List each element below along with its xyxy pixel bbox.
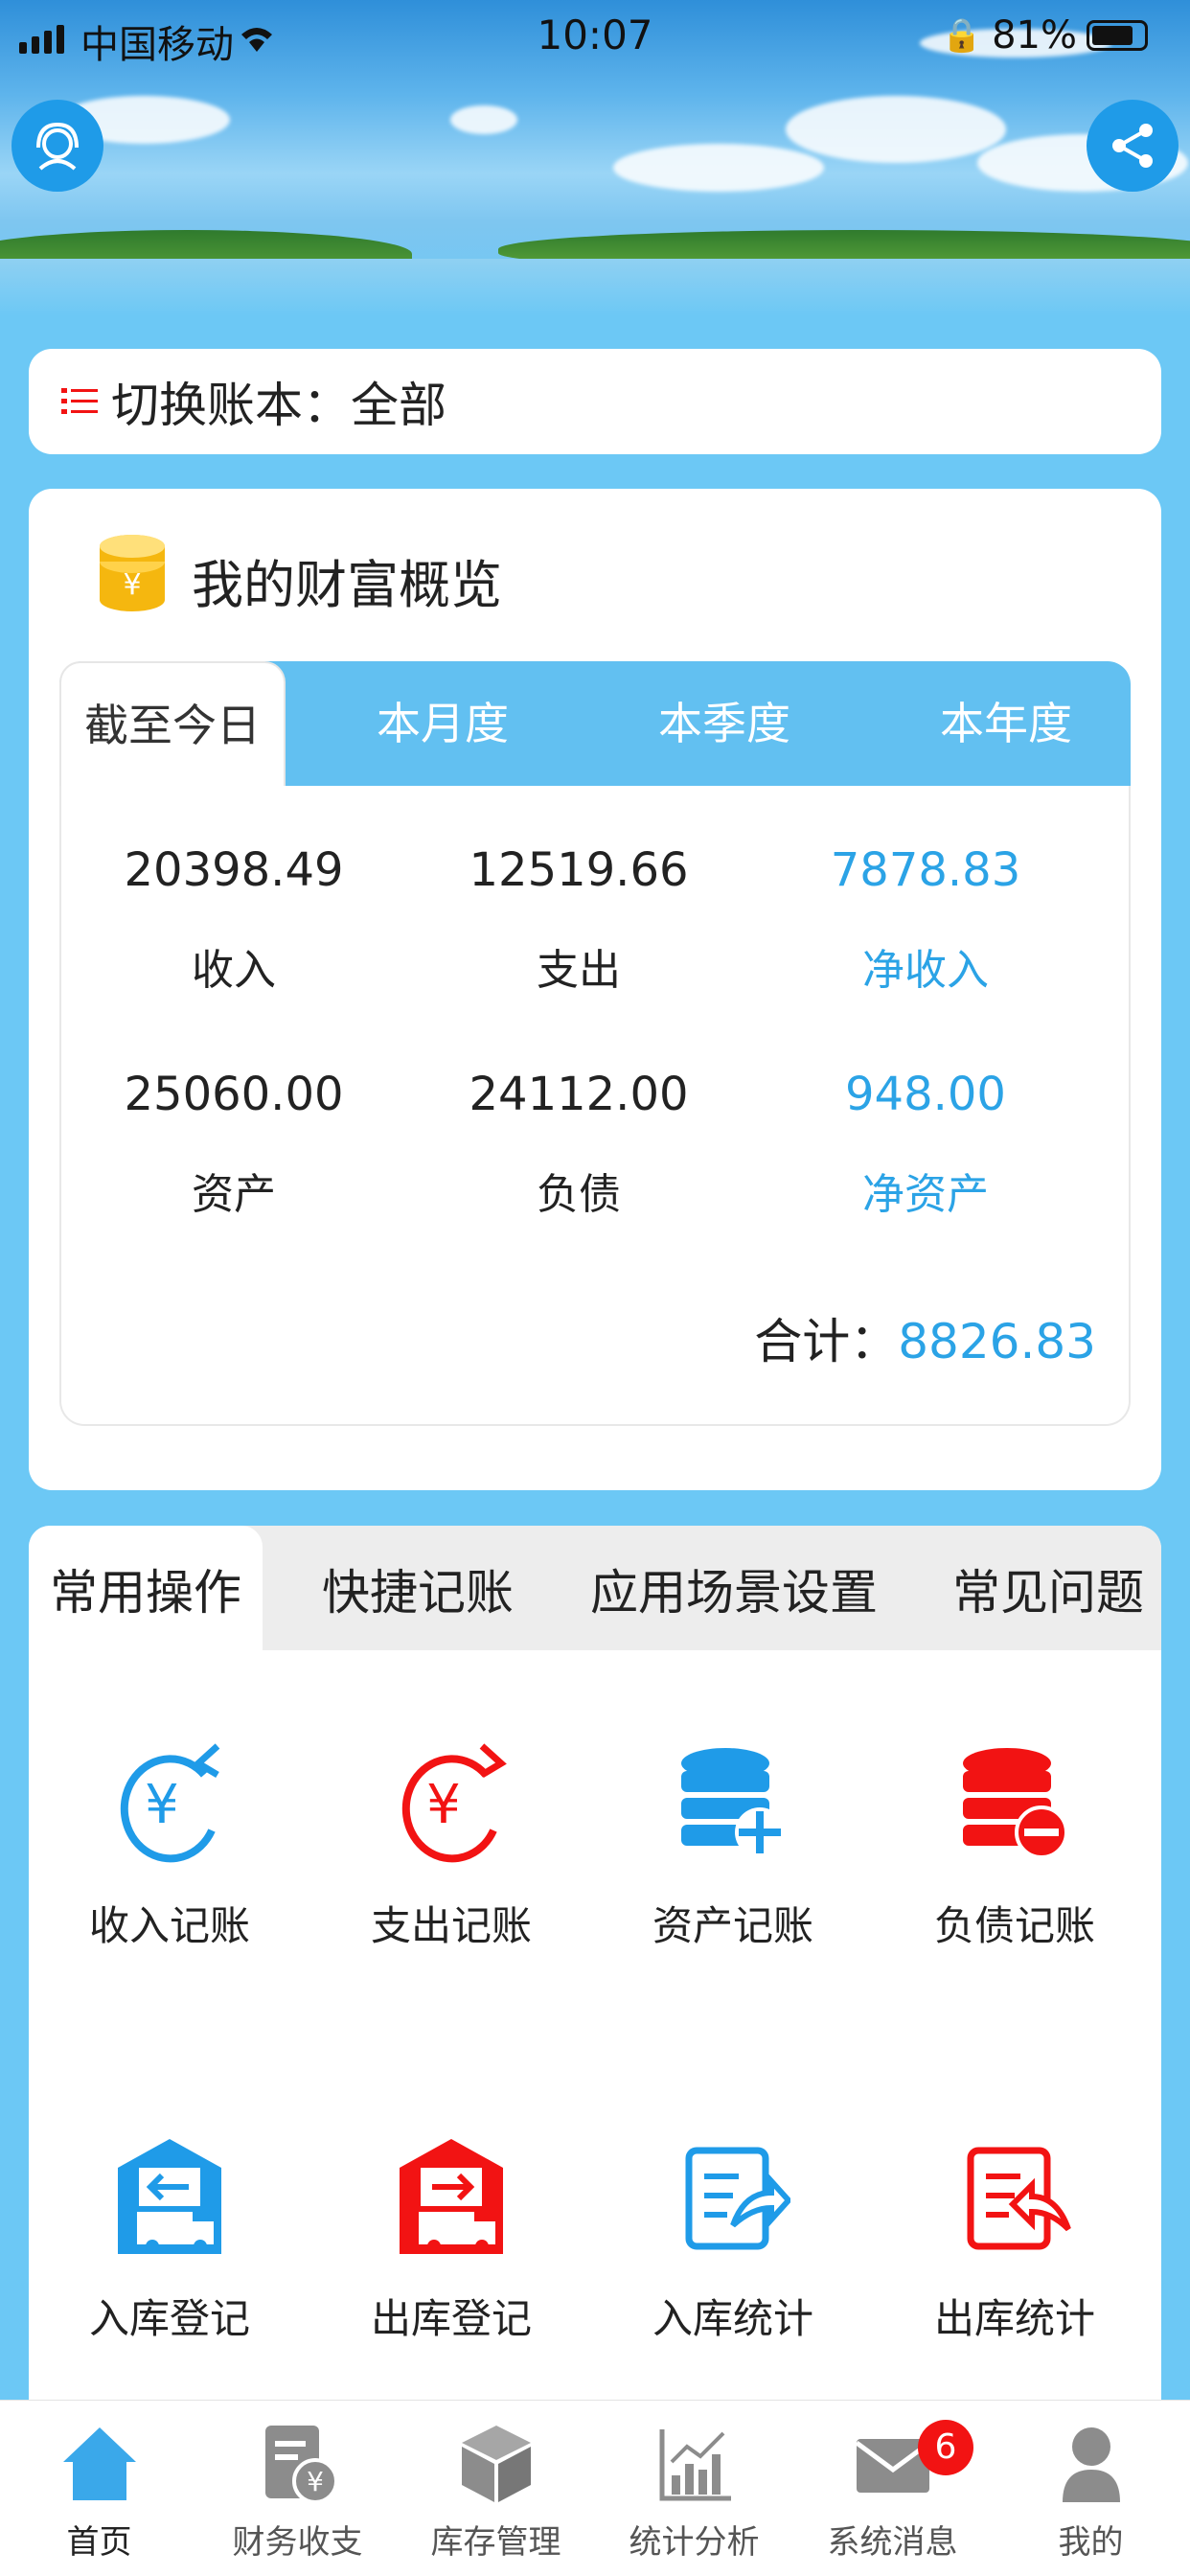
stat-liabilities[interactable]: 24112.00 负债 bbox=[406, 1068, 751, 1221]
lake bbox=[0, 259, 1190, 316]
stat-value: 24112.00 bbox=[469, 1068, 689, 1121]
tab-common-ops[interactable]: 常用操作 bbox=[29, 1526, 263, 1650]
user-icon bbox=[1062, 2427, 1120, 2502]
stock-out-register-label: 出库登记 bbox=[370, 2295, 532, 2342]
switch-ledger-bar[interactable]: 切换账本： 全部 bbox=[29, 349, 1161, 454]
expense-entry-button[interactable]: ¥ 支出记账 bbox=[310, 1736, 592, 1952]
stat-label: 负债 bbox=[537, 1170, 621, 1219]
nav-label: 首页 bbox=[66, 2523, 132, 2562]
expense-yuan-icon: ¥ bbox=[401, 1743, 507, 1863]
liability-entry-button[interactable]: 负债记账 bbox=[874, 1736, 1156, 1952]
svg-text:¥: ¥ bbox=[307, 2466, 324, 2497]
stat-value: 12519.66 bbox=[469, 843, 689, 897]
stat-expense[interactable]: 12519.66 支出 bbox=[406, 843, 751, 997]
report-export-icon bbox=[967, 2147, 1071, 2250]
battery-indicator: 🔒 81% bbox=[942, 13, 1148, 58]
asset-entry-label: 资产记账 bbox=[652, 1902, 813, 1949]
svg-text:¥: ¥ bbox=[426, 1774, 461, 1836]
operations-tabs: 常用操作 快捷记账 应用场景设置 常见问题 bbox=[29, 1526, 1161, 1650]
cloud bbox=[450, 105, 517, 134]
database-remove-icon bbox=[963, 1748, 1068, 1859]
total-label: 合计： bbox=[754, 1314, 899, 1369]
stat-net-assets[interactable]: 948.00 净资产 bbox=[753, 1068, 1098, 1221]
tab-quarter[interactable]: 本季度 bbox=[629, 661, 820, 786]
stat-label: 收入 bbox=[192, 946, 276, 995]
stock-out-stats-label: 出库统计 bbox=[933, 2295, 1095, 2342]
stat-label: 支出 bbox=[537, 946, 621, 995]
nav-profile[interactable]: 我的 bbox=[992, 2420, 1190, 2563]
tab-year[interactable]: 本年度 bbox=[910, 661, 1102, 786]
stat-value: 7878.83 bbox=[830, 843, 1021, 897]
bottom-tab-bar: 首页 ¥ 财务收支 库存管理 统计分析 6 系统消息 我的 bbox=[0, 2400, 1190, 2576]
stat-label: 资产 bbox=[192, 1170, 276, 1219]
stock-out-stats-button[interactable]: 出库统计 bbox=[874, 2129, 1156, 2345]
expense-entry-label: 支出记账 bbox=[370, 1902, 532, 1949]
switch-ledger-label: 切换账本： bbox=[111, 378, 351, 433]
stock-in-register-button[interactable]: 入库登记 bbox=[29, 2129, 310, 2345]
income-entry-label: 收入记账 bbox=[88, 1902, 250, 1949]
nav-label: 我的 bbox=[1058, 2523, 1124, 2562]
svg-text:¥: ¥ bbox=[123, 568, 141, 602]
total-value: 8826.83 bbox=[898, 1314, 1096, 1369]
finance-bill-icon: ¥ bbox=[264, 2426, 338, 2504]
stock-out-register-button[interactable]: 出库登记 bbox=[310, 2129, 592, 2345]
nav-home[interactable]: 首页 bbox=[0, 2420, 198, 2563]
tab-month[interactable]: 本月度 bbox=[347, 661, 538, 786]
nav-label: 财务收支 bbox=[232, 2523, 363, 2562]
list-icon bbox=[61, 388, 98, 414]
cloud bbox=[786, 96, 1006, 163]
nav-inventory[interactable]: 库存管理 bbox=[397, 2420, 595, 2563]
nav-label: 统计分析 bbox=[629, 2523, 760, 2562]
wealth-overview-card: ¥ 我的财富概览 截至今日 本月度 本季度 本年度 20398.49 收入 12… bbox=[29, 489, 1161, 1490]
switch-ledger-value: 全部 bbox=[351, 378, 446, 433]
database-add-icon bbox=[681, 1748, 785, 1857]
warehouse-in-icon bbox=[118, 2139, 221, 2254]
income-entry-button[interactable]: ¥ 收入记账 bbox=[29, 1736, 310, 1952]
income-yuan-icon: ¥ bbox=[120, 1743, 220, 1863]
overview-stats: 20398.49 收入 12519.66 支出 7878.83 净收入 2506… bbox=[59, 786, 1131, 1426]
headset-icon bbox=[36, 122, 79, 171]
asset-entry-button[interactable]: 资产记账 bbox=[592, 1736, 874, 1952]
tab-quick-entry[interactable]: 快捷记账 bbox=[303, 1526, 533, 1650]
nav-label: 系统消息 bbox=[827, 2523, 958, 2562]
tab-scenario-settings[interactable]: 应用场景设置 bbox=[571, 1526, 897, 1650]
tab-faq[interactable]: 常见问题 bbox=[933, 1526, 1163, 1650]
stat-income[interactable]: 20398.49 收入 bbox=[61, 843, 406, 997]
stat-value: 948.00 bbox=[845, 1068, 1006, 1121]
liability-entry-label: 负债记账 bbox=[933, 1902, 1095, 1949]
box-icon bbox=[461, 2426, 531, 2502]
stat-assets[interactable]: 25060.00 资产 bbox=[61, 1068, 406, 1221]
report-import-icon bbox=[685, 2147, 790, 2250]
battery-percent: 81% bbox=[992, 13, 1077, 58]
nav-finance[interactable]: ¥ 财务收支 bbox=[198, 2420, 397, 2563]
warehouse-out-icon bbox=[400, 2139, 503, 2254]
period-tabs: 截至今日 本月度 本季度 本年度 bbox=[59, 661, 1131, 786]
nav-messages[interactable]: 6 系统消息 bbox=[793, 2420, 992, 2563]
battery-icon bbox=[1087, 20, 1148, 51]
share-button[interactable] bbox=[1087, 100, 1179, 192]
nav-label: 库存管理 bbox=[430, 2523, 561, 2562]
customer-service-button[interactable] bbox=[11, 100, 103, 192]
unread-badge: 6 bbox=[918, 2420, 973, 2475]
stat-value: 25060.00 bbox=[124, 1068, 344, 1121]
share-icon bbox=[1112, 124, 1153, 168]
overview-total: 合计：8826.83 bbox=[754, 1303, 1096, 1372]
stat-label: 净资产 bbox=[862, 1170, 989, 1219]
cloud bbox=[613, 144, 824, 192]
svg-text:¥: ¥ bbox=[145, 1774, 179, 1836]
tab-to-date[interactable]: 截至今日 bbox=[59, 661, 286, 786]
coin-stack-icon: ¥ bbox=[100, 535, 165, 611]
stat-value: 20398.49 bbox=[124, 843, 344, 897]
overview-title: 我的财富概览 bbox=[192, 555, 502, 615]
bar-chart-icon bbox=[659, 2429, 731, 2501]
stat-net-income[interactable]: 7878.83 净收入 bbox=[753, 843, 1098, 997]
stock-in-stats-button[interactable]: 入库统计 bbox=[592, 2129, 874, 2345]
rotation-lock-icon: 🔒 bbox=[941, 16, 983, 55]
stock-in-register-label: 入库登记 bbox=[88, 2295, 250, 2342]
stat-label: 净收入 bbox=[862, 946, 989, 995]
stock-in-stats-label: 入库统计 bbox=[652, 2295, 813, 2342]
home-icon bbox=[62, 2427, 136, 2500]
nav-statistics[interactable]: 统计分析 bbox=[595, 2420, 793, 2563]
status-bar: 中国移动 10:07 🔒 81% bbox=[0, 0, 1190, 73]
